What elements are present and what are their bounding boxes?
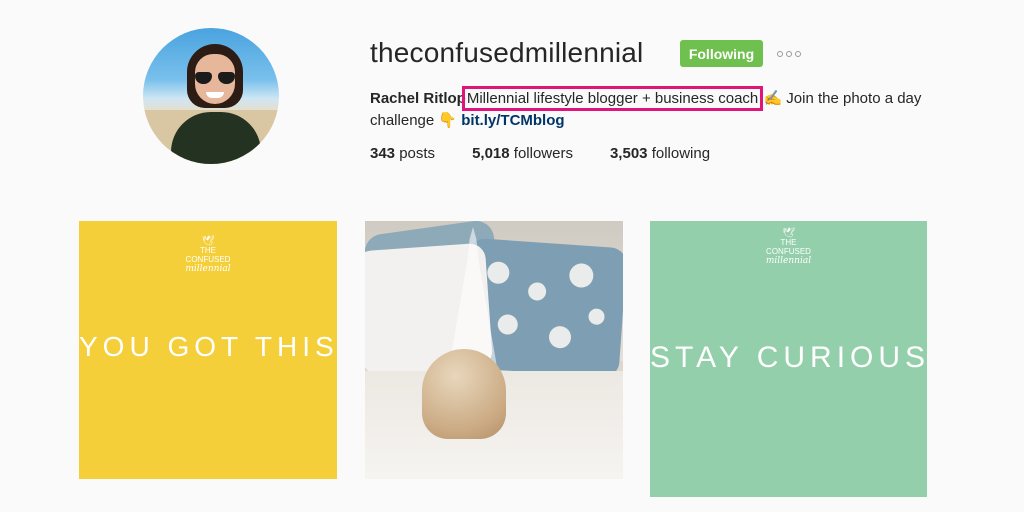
diffuser-base-icon [422,349,506,439]
brand-line-confused: CONFUSED [766,247,811,256]
post-tile-you-got-this[interactable]: 🕊 THE CONFUSED millennial YOU GOT THIS. [79,221,337,479]
posts-label: posts [399,145,436,162]
profile-username: theconfusedmillennial [370,37,644,68]
posts-count: 343 [370,145,396,162]
brand-line-millennial: millennial [185,264,231,274]
following-count: 3,503 [609,145,648,162]
bio-highlighted-text: Millennial lifestyle blogger + business … [461,86,764,111]
post-tile-diffuser[interactable] [365,221,623,479]
followers-stat[interactable]: 5,018 followers [472,145,573,162]
profile-full-name: Rachel Ritlop [370,90,466,107]
posts-stat: 343 posts [370,145,435,162]
post-quote: YOU GOT THIS. [79,331,337,362]
brand-logo: 🕊 THE CONFUSED millennial [650,229,927,266]
sunglasses-icon [195,72,235,84]
following-button[interactable]: Following [680,40,763,67]
profile-bio: Rachel RitlopMillennial lifestyle blogge… [370,86,945,132]
bio-link[interactable]: bit.ly/TCMblog [461,112,564,129]
following-stat[interactable]: 3,503 following [610,145,710,162]
followers-count: 5,018 [472,145,510,162]
post-quote: STAY CURIOUS. [650,341,927,374]
following-label: following [651,145,711,162]
ellipsis-icon[interactable] [775,45,803,63]
bird-icon: 🕊 [782,228,795,239]
brand-line-the: THE [780,238,797,247]
followers-label: followers [513,145,573,162]
post-tile-stay-curious[interactable]: 🕊 THE CONFUSED millennial STAY CURIOUS. [650,221,927,497]
bird-icon: 🕊 [201,236,215,247]
profile-stats: 343 posts 5,018 followers 3,503 followin… [370,145,747,162]
brand-line-the: THE [200,246,216,255]
brand-logo: 🕊 THE CONFUSED millennial [79,237,337,274]
brand-line-confused: CONFUSED [185,255,231,264]
profile-avatar[interactable] [143,28,279,164]
brand-line-millennial: millennial [765,256,812,266]
